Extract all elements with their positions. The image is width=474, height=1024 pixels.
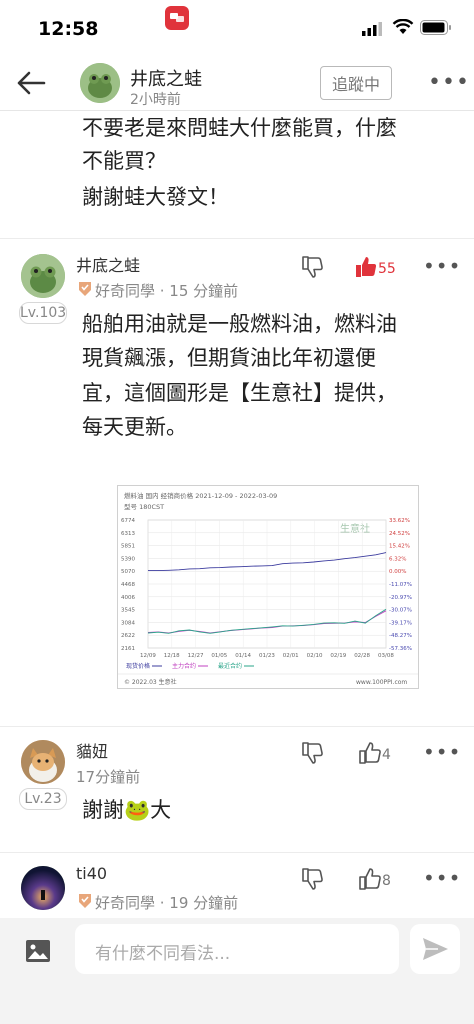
commenter-avatar[interactable] bbox=[21, 740, 65, 784]
commenter-name[interactable]: 貓妞 bbox=[76, 738, 108, 762]
divider bbox=[0, 852, 474, 853]
y2-tick-label: -20.97% bbox=[389, 595, 412, 601]
x-tick-label: 12/09 bbox=[140, 653, 156, 659]
author-avatar[interactable] bbox=[80, 63, 120, 103]
badge-icon bbox=[77, 893, 93, 913]
x-tick-label: 12/27 bbox=[188, 653, 204, 659]
commenter-name[interactable]: ti40 bbox=[76, 864, 107, 883]
legend-label: 最近合约 bbox=[218, 662, 242, 670]
y2-tick-label: 15.42% bbox=[389, 544, 410, 550]
comment-more-icon[interactable]: ••• bbox=[423, 254, 461, 278]
comment-more-icon[interactable]: ••• bbox=[423, 866, 461, 890]
badge-icon bbox=[77, 281, 93, 301]
x-tick-label: 02/10 bbox=[307, 653, 323, 659]
x-tick-label: 01/05 bbox=[211, 653, 227, 659]
send-button[interactable] bbox=[410, 924, 460, 974]
chart-footer-right: www.100PPI.com bbox=[356, 679, 407, 686]
chart-svg: 燃料油 国内 经销商价格 2021-12-09 - 2022-03-09 型号 1… bbox=[118, 491, 418, 686]
post-text-line: 不能買？ bbox=[82, 149, 166, 173]
y-tick-label: 6774 bbox=[121, 518, 135, 524]
like-count: 55 bbox=[378, 261, 396, 277]
y-tick-label: 3084 bbox=[121, 620, 135, 626]
status-time: 12:58 bbox=[38, 18, 99, 40]
y2-tick-label: 24.52% bbox=[389, 531, 410, 537]
legend-label: 现货价格 bbox=[126, 662, 150, 670]
author-name[interactable]: 井底之蛙 bbox=[130, 65, 202, 91]
send-icon bbox=[423, 938, 448, 960]
chart-footer-left: © 2022.03 生意社 bbox=[124, 678, 177, 686]
frog-emoji-icon: 🐸 bbox=[124, 798, 151, 822]
battery-icon bbox=[420, 20, 452, 39]
y-tick-label: 4468 bbox=[121, 582, 135, 588]
post-time: 2小時前 bbox=[130, 92, 181, 108]
y-tick-label: 6313 bbox=[121, 531, 135, 537]
y-tick-label: 5070 bbox=[121, 569, 135, 575]
signal-icon bbox=[362, 21, 384, 40]
commenter-avatar[interactable] bbox=[21, 866, 65, 910]
x-tick-label: 12/18 bbox=[164, 653, 180, 659]
comment-meta: 17分鐘前 bbox=[76, 768, 141, 786]
y2-tick-label: 6.32% bbox=[389, 556, 406, 562]
level-badge: Lv.103 bbox=[19, 302, 67, 324]
x-tick-label: 02/28 bbox=[354, 653, 370, 659]
follow-button[interactable]: 追蹤中 bbox=[320, 66, 392, 100]
x-tick-label: 03/08 bbox=[378, 653, 394, 659]
commenter-avatar[interactable] bbox=[21, 254, 65, 298]
back-arrow-icon[interactable] bbox=[14, 66, 48, 100]
comment-text-line: 船舶用油就是一般燃料油，燃料油 bbox=[82, 312, 397, 336]
comment-input[interactable]: 有什麼不同看法... bbox=[75, 924, 399, 974]
y2-tick-label: 33.62% bbox=[389, 518, 410, 524]
more-options-icon[interactable]: ••• bbox=[428, 70, 470, 95]
y-tick-label: 2622 bbox=[121, 633, 135, 639]
like-icon[interactable] bbox=[357, 866, 383, 896]
comment-text-line: 宜，這個圖形是【生意社】提供， bbox=[82, 381, 397, 405]
comment-more-icon[interactable]: ••• bbox=[423, 740, 461, 764]
x-tick-label: 01/23 bbox=[259, 653, 275, 659]
comment-text-line: 每天更新。 bbox=[82, 415, 187, 439]
y-tick-label: 2161 bbox=[121, 646, 135, 652]
y2-tick-label: -39.17% bbox=[389, 620, 412, 626]
comment-meta: 好奇同學 · 19 分鐘前 bbox=[95, 894, 239, 912]
y2-tick-label: -48.27% bbox=[389, 633, 412, 639]
legend-label: 主力合约 bbox=[172, 662, 196, 670]
image-upload-icon[interactable] bbox=[25, 938, 51, 968]
like-icon[interactable] bbox=[357, 740, 383, 770]
like-count: 8 bbox=[382, 873, 391, 889]
x-tick-label: 01/14 bbox=[235, 653, 251, 659]
x-tick-label: 02/19 bbox=[330, 653, 346, 659]
divider bbox=[0, 726, 474, 727]
chart-subtitle: 型号 180CST bbox=[124, 502, 164, 511]
comment-text: 謝謝🐸大 bbox=[82, 798, 172, 822]
divider bbox=[0, 238, 474, 239]
y2-tick-label: -11.07% bbox=[389, 582, 412, 588]
wifi-icon bbox=[392, 18, 414, 39]
y2-tick-label: 0.00% bbox=[389, 569, 406, 575]
y-tick-label: 5851 bbox=[121, 544, 135, 550]
y-tick-label: 5390 bbox=[121, 556, 135, 562]
price-chart[interactable]: 燃料油 国内 经销商价格 2021-12-09 - 2022-03-09 型号 1… bbox=[117, 485, 419, 689]
dislike-icon[interactable] bbox=[299, 740, 325, 770]
y-tick-label: 4006 bbox=[121, 595, 135, 601]
like-icon-active[interactable] bbox=[353, 254, 379, 284]
level-badge: Lv.23 bbox=[19, 788, 67, 810]
app-icon bbox=[165, 6, 189, 30]
dislike-icon[interactable] bbox=[299, 866, 325, 896]
y2-tick-label: -57.36% bbox=[389, 646, 412, 652]
y2-tick-label: -30.07% bbox=[389, 608, 412, 614]
comment-text-line: 現貨飆漲，但期貨油比年初還便 bbox=[82, 346, 376, 370]
y-tick-label: 3545 bbox=[121, 608, 135, 614]
x-tick-label: 02/01 bbox=[283, 653, 299, 659]
chart-title: 燃料油 国内 经销商价格 2021-12-09 - 2022-03-09 bbox=[124, 491, 277, 500]
like-count: 4 bbox=[382, 747, 391, 763]
comment-meta: 好奇同學 · 15 分鐘前 bbox=[95, 282, 239, 300]
post-text-line: 不要老是來問蛙大什麼能買，什麼 bbox=[82, 116, 397, 140]
dislike-icon[interactable] bbox=[299, 254, 325, 284]
post-text-line: 謝謝蛙大發文！ bbox=[82, 185, 229, 209]
post-header bbox=[0, 48, 474, 111]
commenter-name[interactable]: 井底之蛙 bbox=[76, 252, 140, 276]
